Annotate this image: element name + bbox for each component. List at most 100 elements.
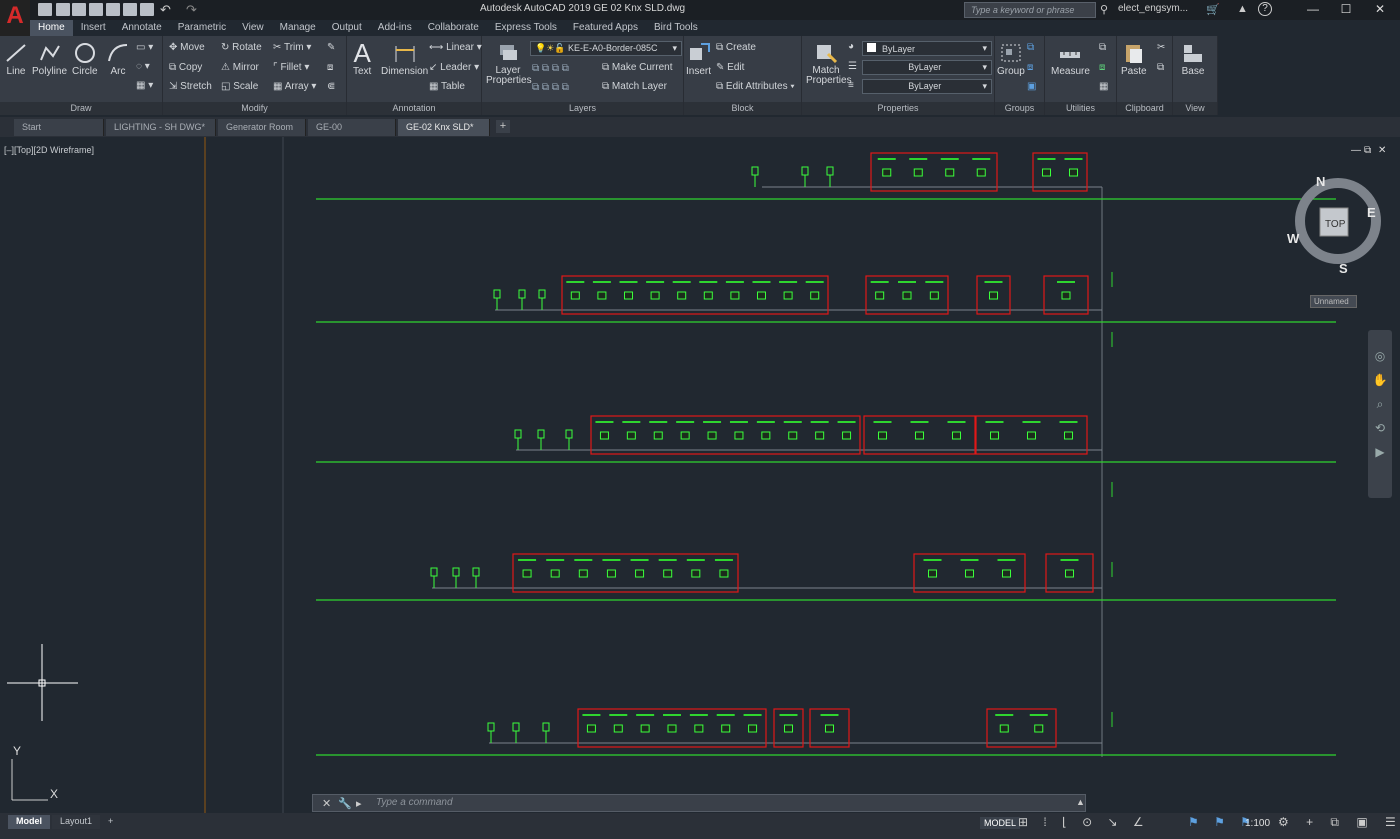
quick-select-icon[interactable]: ⧉ (1099, 42, 1106, 53)
annotation-panel-title[interactable]: Annotation (347, 102, 481, 115)
stretch-button[interactable]: ⇲ Stretch (169, 81, 212, 92)
compass-west[interactable]: W (1287, 231, 1299, 246)
leader-button[interactable]: ↙ Leader ▾ (429, 62, 479, 73)
tab-add-ins[interactable]: Add-ins (370, 20, 420, 36)
zoom-icon[interactable]: ⌕ (1368, 392, 1392, 416)
search-input[interactable]: Type a keyword or phrase (964, 2, 1096, 18)
scale-button[interactable]: ◱ Scale (221, 81, 258, 92)
utilities-panel-title[interactable]: Utilities (1045, 102, 1116, 115)
gradient-icon[interactable]: ▦ ▾ (136, 80, 153, 91)
hatch-icon[interactable]: ◌ ▾ (136, 61, 150, 72)
fillet-button[interactable]: ⌜ Fillet ▾ (273, 62, 309, 73)
block-panel-title[interactable]: Block (684, 102, 801, 115)
tab-output[interactable]: Output (324, 20, 370, 36)
measure-button[interactable]: Measure (1051, 42, 1090, 77)
clipboard-panel-title[interactable]: Clipboard (1117, 102, 1172, 115)
dimension-button[interactable]: Dimension (381, 42, 428, 77)
offset-icon[interactable]: ⋐ (327, 81, 335, 92)
view-panel-title[interactable]: View (1173, 102, 1217, 115)
compass-south[interactable]: S (1339, 261, 1348, 276)
create-block-button[interactable]: ⧉ Create (716, 42, 756, 53)
line-button[interactable]: Line (4, 42, 28, 77)
tab-featured-apps[interactable]: Featured Apps (565, 20, 646, 36)
layers-panel-title[interactable]: Layers (482, 102, 683, 115)
paste-button[interactable]: Paste (1121, 42, 1147, 77)
rectangle-icon[interactable]: ▭ ▾ (136, 42, 153, 53)
add-layout-icon[interactable]: + (100, 815, 121, 829)
doc-tab-ge-02[interactable]: GE-02 Knx SLD* (398, 119, 490, 136)
explode-icon[interactable]: ⧈ (327, 62, 333, 73)
array-button[interactable]: ▦ Array ▾ (273, 81, 316, 92)
calculator-icon[interactable]: ▦ (1099, 81, 1108, 92)
rotate-button[interactable]: ↻ Rotate (221, 42, 262, 53)
open-icon[interactable] (56, 3, 70, 16)
tab-collaborate[interactable]: Collaborate (420, 20, 487, 36)
tab-express-tools[interactable]: Express Tools (487, 20, 565, 36)
tab-annotate[interactable]: Annotate (114, 20, 170, 36)
base-button[interactable]: Base (1181, 42, 1205, 77)
cut-icon[interactable]: ✂ (1157, 42, 1165, 53)
compass-east[interactable]: E (1367, 205, 1376, 220)
group-select-icon[interactable]: ▣ (1027, 81, 1036, 92)
copy-clip-icon[interactable]: ⧉ (1157, 62, 1164, 73)
lineweight-icon[interactable]: ≡ (848, 80, 854, 91)
cart-icon[interactable]: 🛒 (1206, 3, 1220, 16)
save-as-icon[interactable] (89, 3, 103, 16)
properties-panel-title[interactable]: Properties (802, 102, 994, 115)
table-button[interactable]: ▦ Table (429, 81, 465, 92)
trim-button[interactable]: ✂ Trim ▾ (273, 42, 311, 53)
mirror-button[interactable]: ⚠ Mirror (221, 62, 259, 73)
text-button[interactable]: A Text (353, 40, 371, 77)
mobile-icon[interactable] (123, 3, 137, 16)
copy-button[interactable]: ⧉ Copy (169, 62, 202, 73)
help-icon[interactable]: ? (1258, 2, 1272, 16)
group-edit-icon[interactable]: ⧈ (1027, 62, 1033, 73)
undo-icon[interactable]: ↶ (160, 2, 171, 18)
named-view-dropdown[interactable]: Unnamed (1310, 295, 1357, 308)
model-tab[interactable]: Model (8, 815, 50, 829)
draw-panel-title[interactable]: Draw (0, 102, 162, 115)
arc-button[interactable]: Arc (106, 42, 130, 77)
user-account[interactable]: elect_engsym... (1118, 3, 1188, 14)
color-wheel-icon[interactable]: ◕ (848, 41, 854, 52)
command-history-icon[interactable]: ▲ (1076, 797, 1085, 807)
edit-attributes-button[interactable]: ⧉ Edit Attributes ▾ (716, 81, 795, 92)
layer-dropdown[interactable]: 💡☀🔓 KE-E-A0-Border-085C ▾ (530, 41, 682, 56)
orbit-icon[interactable]: ⟲ (1368, 416, 1392, 440)
command-input[interactable]: Type a command (376, 797, 453, 808)
customize-icon[interactable]: 🔧 (338, 797, 352, 810)
layer-tools-2-icon[interactable]: ⧉ ⧉ ⧉ ⧉ (532, 82, 569, 93)
layout1-tab[interactable]: Layout1 (52, 815, 101, 829)
layer-tools-icon[interactable]: ⧉ ⧉ ⧉ ⧉ (532, 63, 569, 74)
select-all-icon[interactable]: ⧈ (1099, 62, 1105, 73)
edit-block-button[interactable]: ✎ Edit (716, 62, 744, 73)
compass-north[interactable]: N (1316, 174, 1325, 189)
tab-manage[interactable]: Manage (272, 20, 324, 36)
steering-wheel-icon[interactable]: ◎ (1368, 344, 1392, 368)
tab-bird-tools[interactable]: Bird Tools (646, 20, 706, 36)
autocad-logo-icon[interactable]: A (0, 0, 30, 36)
binoculars-icon[interactable]: ⚲ (1100, 3, 1108, 16)
group-button[interactable]: Group (997, 42, 1025, 77)
lineweight-dropdown[interactable]: ByLayer ▾ (862, 79, 992, 94)
doc-tab-generator-room[interactable]: Generator Room (218, 119, 306, 136)
doc-tab-lighting[interactable]: LIGHTING - SH DWG* (106, 119, 216, 136)
modify-panel-title[interactable]: Modify (163, 102, 346, 115)
tab-view[interactable]: View (234, 20, 272, 36)
save-icon[interactable] (72, 3, 86, 16)
groups-panel-title[interactable]: Groups (995, 102, 1044, 115)
close-command-icon[interactable]: ✕ (322, 797, 331, 810)
erase-icon[interactable]: ✎ (327, 42, 335, 53)
new-tab-icon[interactable]: + (496, 120, 510, 133)
showmotion-icon[interactable]: ▶ (1368, 440, 1392, 464)
linetype-dropdown[interactable]: ByLayer ▾ (862, 60, 992, 75)
new-icon[interactable] (38, 3, 52, 16)
tab-insert[interactable]: Insert (73, 20, 114, 36)
tab-home[interactable]: Home (30, 20, 73, 36)
viewcube-face-label[interactable]: TOP (1325, 219, 1345, 230)
web-mobile-icon[interactable] (106, 3, 120, 16)
ungroup-icon[interactable]: ⧉ (1027, 42, 1034, 53)
match-layer-button[interactable]: ⧉ Match Layer (602, 81, 667, 92)
model-space-button[interactable]: MODEL (980, 817, 1021, 829)
plot-icon[interactable] (140, 3, 154, 16)
